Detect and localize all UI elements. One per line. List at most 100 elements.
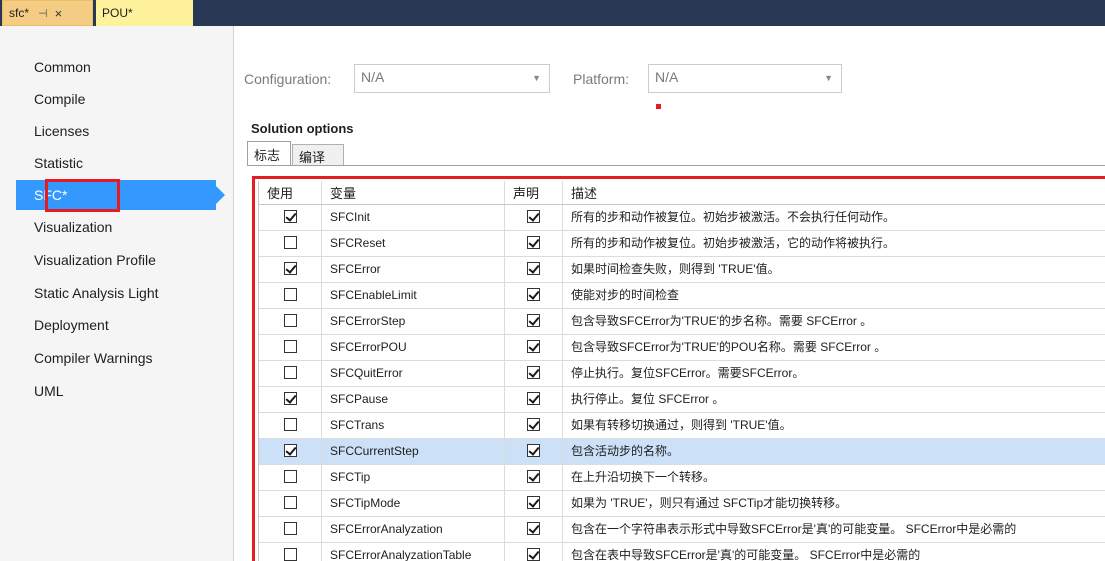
nav-item-visualization[interactable]: Visualization — [16, 212, 216, 242]
use-checkbox[interactable] — [283, 548, 297, 561]
declare-cell — [505, 335, 563, 360]
description-cell: 所有的步和动作被复位。初始步被激活。不会执行任何动作。 — [571, 210, 896, 224]
chevron-down-icon: ▼ — [532, 73, 541, 83]
platform-label: Platform: — [573, 71, 630, 87]
table-row[interactable]: SFCErrorPOU 包含导致SFCError为'TRUE'的POU名称。需要 … — [259, 335, 1105, 361]
table-row[interactable]: SFCTipMode 如果为 'TRUE'，则只有通过 SFCTip才能切换转移。 — [259, 491, 1105, 517]
table-row[interactable]: SFCErrorAnalyzationTable 包含在表中导致SFCError是… — [259, 543, 1105, 561]
declare-checkbox[interactable] — [527, 210, 540, 224]
variable-cell: SFCCurrentStep — [322, 439, 505, 464]
use-checkbox[interactable] — [283, 366, 297, 380]
table-row[interactable]: SFCReset 所有的步和动作被复位。初始步被激活，它的动作将被执行。 — [259, 231, 1105, 257]
declare-checkbox[interactable] — [527, 496, 540, 510]
declare-checkbox[interactable] — [527, 288, 540, 302]
use-checkbox[interactable] — [283, 470, 297, 484]
description-cell: 包含活动步的名称。 — [571, 444, 680, 458]
tab-divider — [247, 165, 1105, 166]
use-checkbox[interactable] — [283, 262, 297, 276]
declare-checkbox[interactable] — [527, 444, 540, 458]
variable-cell: SFCErrorStep — [322, 309, 505, 334]
declare-checkbox[interactable] — [527, 470, 540, 484]
table-row[interactable]: SFCQuitError 停止执行。复位SFCError。需要SFCError。 — [259, 361, 1105, 387]
declare-checkbox[interactable] — [527, 262, 540, 276]
declare-cell — [505, 439, 563, 464]
declare-cell — [505, 257, 563, 282]
description-cell: 如果时间检查失败，则得到 'TRUE'值。 — [571, 262, 780, 276]
declare-checkbox[interactable] — [527, 236, 540, 250]
close-icon[interactable]: × — [55, 6, 63, 21]
nav-item-visualization-profile[interactable]: Visualization Profile — [16, 245, 216, 275]
declare-checkbox[interactable] — [527, 392, 540, 406]
declare-checkbox[interactable] — [527, 340, 540, 354]
use-checkbox[interactable] — [283, 210, 297, 224]
use-checkbox[interactable] — [283, 444, 297, 458]
declare-cell — [505, 465, 563, 490]
description-cell: 如果有转移切换通过，则得到 'TRUE'值。 — [571, 418, 792, 432]
tab-compile[interactable]: 编译 — [292, 144, 344, 165]
use-checkbox[interactable] — [283, 236, 297, 250]
declare-cell — [505, 491, 563, 516]
table-row[interactable]: SFCCurrentStep 包含活动步的名称。 — [259, 439, 1105, 465]
grid-header: 使用 变量 声明 描述 — [259, 181, 1105, 205]
use-checkbox[interactable] — [283, 418, 297, 432]
use-cell — [259, 205, 322, 230]
use-checkbox[interactable] — [283, 522, 297, 536]
variable-cell: SFCErrorAnalyzation — [322, 517, 505, 542]
use-checkbox[interactable] — [283, 392, 297, 406]
nav-item-licenses[interactable]: Licenses — [16, 116, 216, 146]
use-checkbox[interactable] — [283, 314, 297, 328]
declare-checkbox[interactable] — [527, 522, 540, 536]
configuration-label: Configuration: — [244, 71, 332, 87]
nav-item-compile[interactable]: Compile — [16, 84, 216, 114]
declare-checkbox[interactable] — [527, 418, 540, 432]
nav-item-statistic[interactable]: Statistic — [16, 148, 216, 178]
nav-item-static-analysis-light[interactable]: Static Analysis Light — [16, 278, 216, 308]
description-cell: 使能对步的时间检查 — [571, 288, 680, 302]
tab-pou[interactable]: POU* — [96, 0, 193, 26]
variable-cell: SFCErrorAnalyzationTable — [322, 543, 505, 561]
declare-checkbox[interactable] — [527, 366, 540, 380]
tab-sfc[interactable]: sfc* ⊣ × — [2, 0, 93, 26]
table-row[interactable]: SFCErrorAnalyzation 包含在一个字符串表示形式中导致SFCErr… — [259, 517, 1105, 543]
use-cell — [259, 231, 322, 256]
table-row[interactable]: SFCInit 所有的步和动作被复位。初始步被激活。不会执行任何动作。 — [259, 205, 1105, 231]
nav-item-compiler-warnings[interactable]: Compiler Warnings — [16, 343, 216, 373]
header-variable[interactable]: 变量 — [322, 181, 505, 204]
description-cell: 包含在表中导致SFCError是'真'的可能变量。 SFCError中是必需的 — [571, 548, 921, 561]
sfc-flags-grid: 使用 变量 声明 描述 SFCInit 所有的步和动作被复位。初始步被激活。不会执… — [258, 181, 1105, 561]
annotation-dot — [656, 104, 661, 109]
table-row[interactable]: SFCPause 执行停止。复位 SFCError 。 — [259, 387, 1105, 413]
variable-cell: SFCPause — [322, 387, 505, 412]
use-checkbox[interactable] — [283, 496, 297, 510]
use-cell — [259, 543, 322, 561]
use-checkbox[interactable] — [283, 340, 297, 354]
description-cell: 如果为 'TRUE'，则只有通过 SFCTip才能切换转移。 — [571, 496, 848, 510]
variable-cell: SFCReset — [322, 231, 505, 256]
declare-cell — [505, 361, 563, 386]
variable-cell: SFCInit — [322, 205, 505, 230]
tab-flags[interactable]: 标志 — [247, 141, 291, 166]
declare-cell — [505, 283, 563, 308]
description-cell: 停止执行。复位SFCError。需要SFCError。 — [571, 366, 805, 380]
nav-item-uml[interactable]: UML — [16, 376, 216, 406]
declare-cell — [505, 387, 563, 412]
header-declare[interactable]: 声明 — [505, 181, 563, 204]
declare-checkbox[interactable] — [527, 314, 540, 328]
table-row[interactable]: SFCError 如果时间检查失败，则得到 'TRUE'值。 — [259, 257, 1105, 283]
table-row[interactable]: SFCTrans 如果有转移切换通过，则得到 'TRUE'值。 — [259, 413, 1105, 439]
table-row[interactable]: SFCErrorStep 包含导致SFCError为'TRUE'的步名称。需要 S… — [259, 309, 1105, 335]
nav-item-common[interactable]: Common — [16, 52, 216, 82]
pin-icon[interactable]: ⊣ — [38, 7, 48, 20]
header-use[interactable]: 使用 — [259, 181, 322, 204]
variable-cell: SFCEnableLimit — [322, 283, 505, 308]
declare-checkbox[interactable] — [527, 548, 540, 561]
use-checkbox[interactable] — [283, 288, 297, 302]
table-row[interactable]: SFCEnableLimit 使能对步的时间检查 — [259, 283, 1105, 309]
header-description[interactable]: 描述 — [563, 181, 1105, 204]
platform-select[interactable]: N/A ▼ — [648, 64, 842, 93]
table-row[interactable]: SFCTip 在上升沿切换下一个转移。 — [259, 465, 1105, 491]
configuration-select[interactable]: N/A ▼ — [354, 64, 550, 93]
nav-item-deployment[interactable]: Deployment — [16, 310, 216, 340]
declare-cell — [505, 413, 563, 438]
use-cell — [259, 491, 322, 516]
